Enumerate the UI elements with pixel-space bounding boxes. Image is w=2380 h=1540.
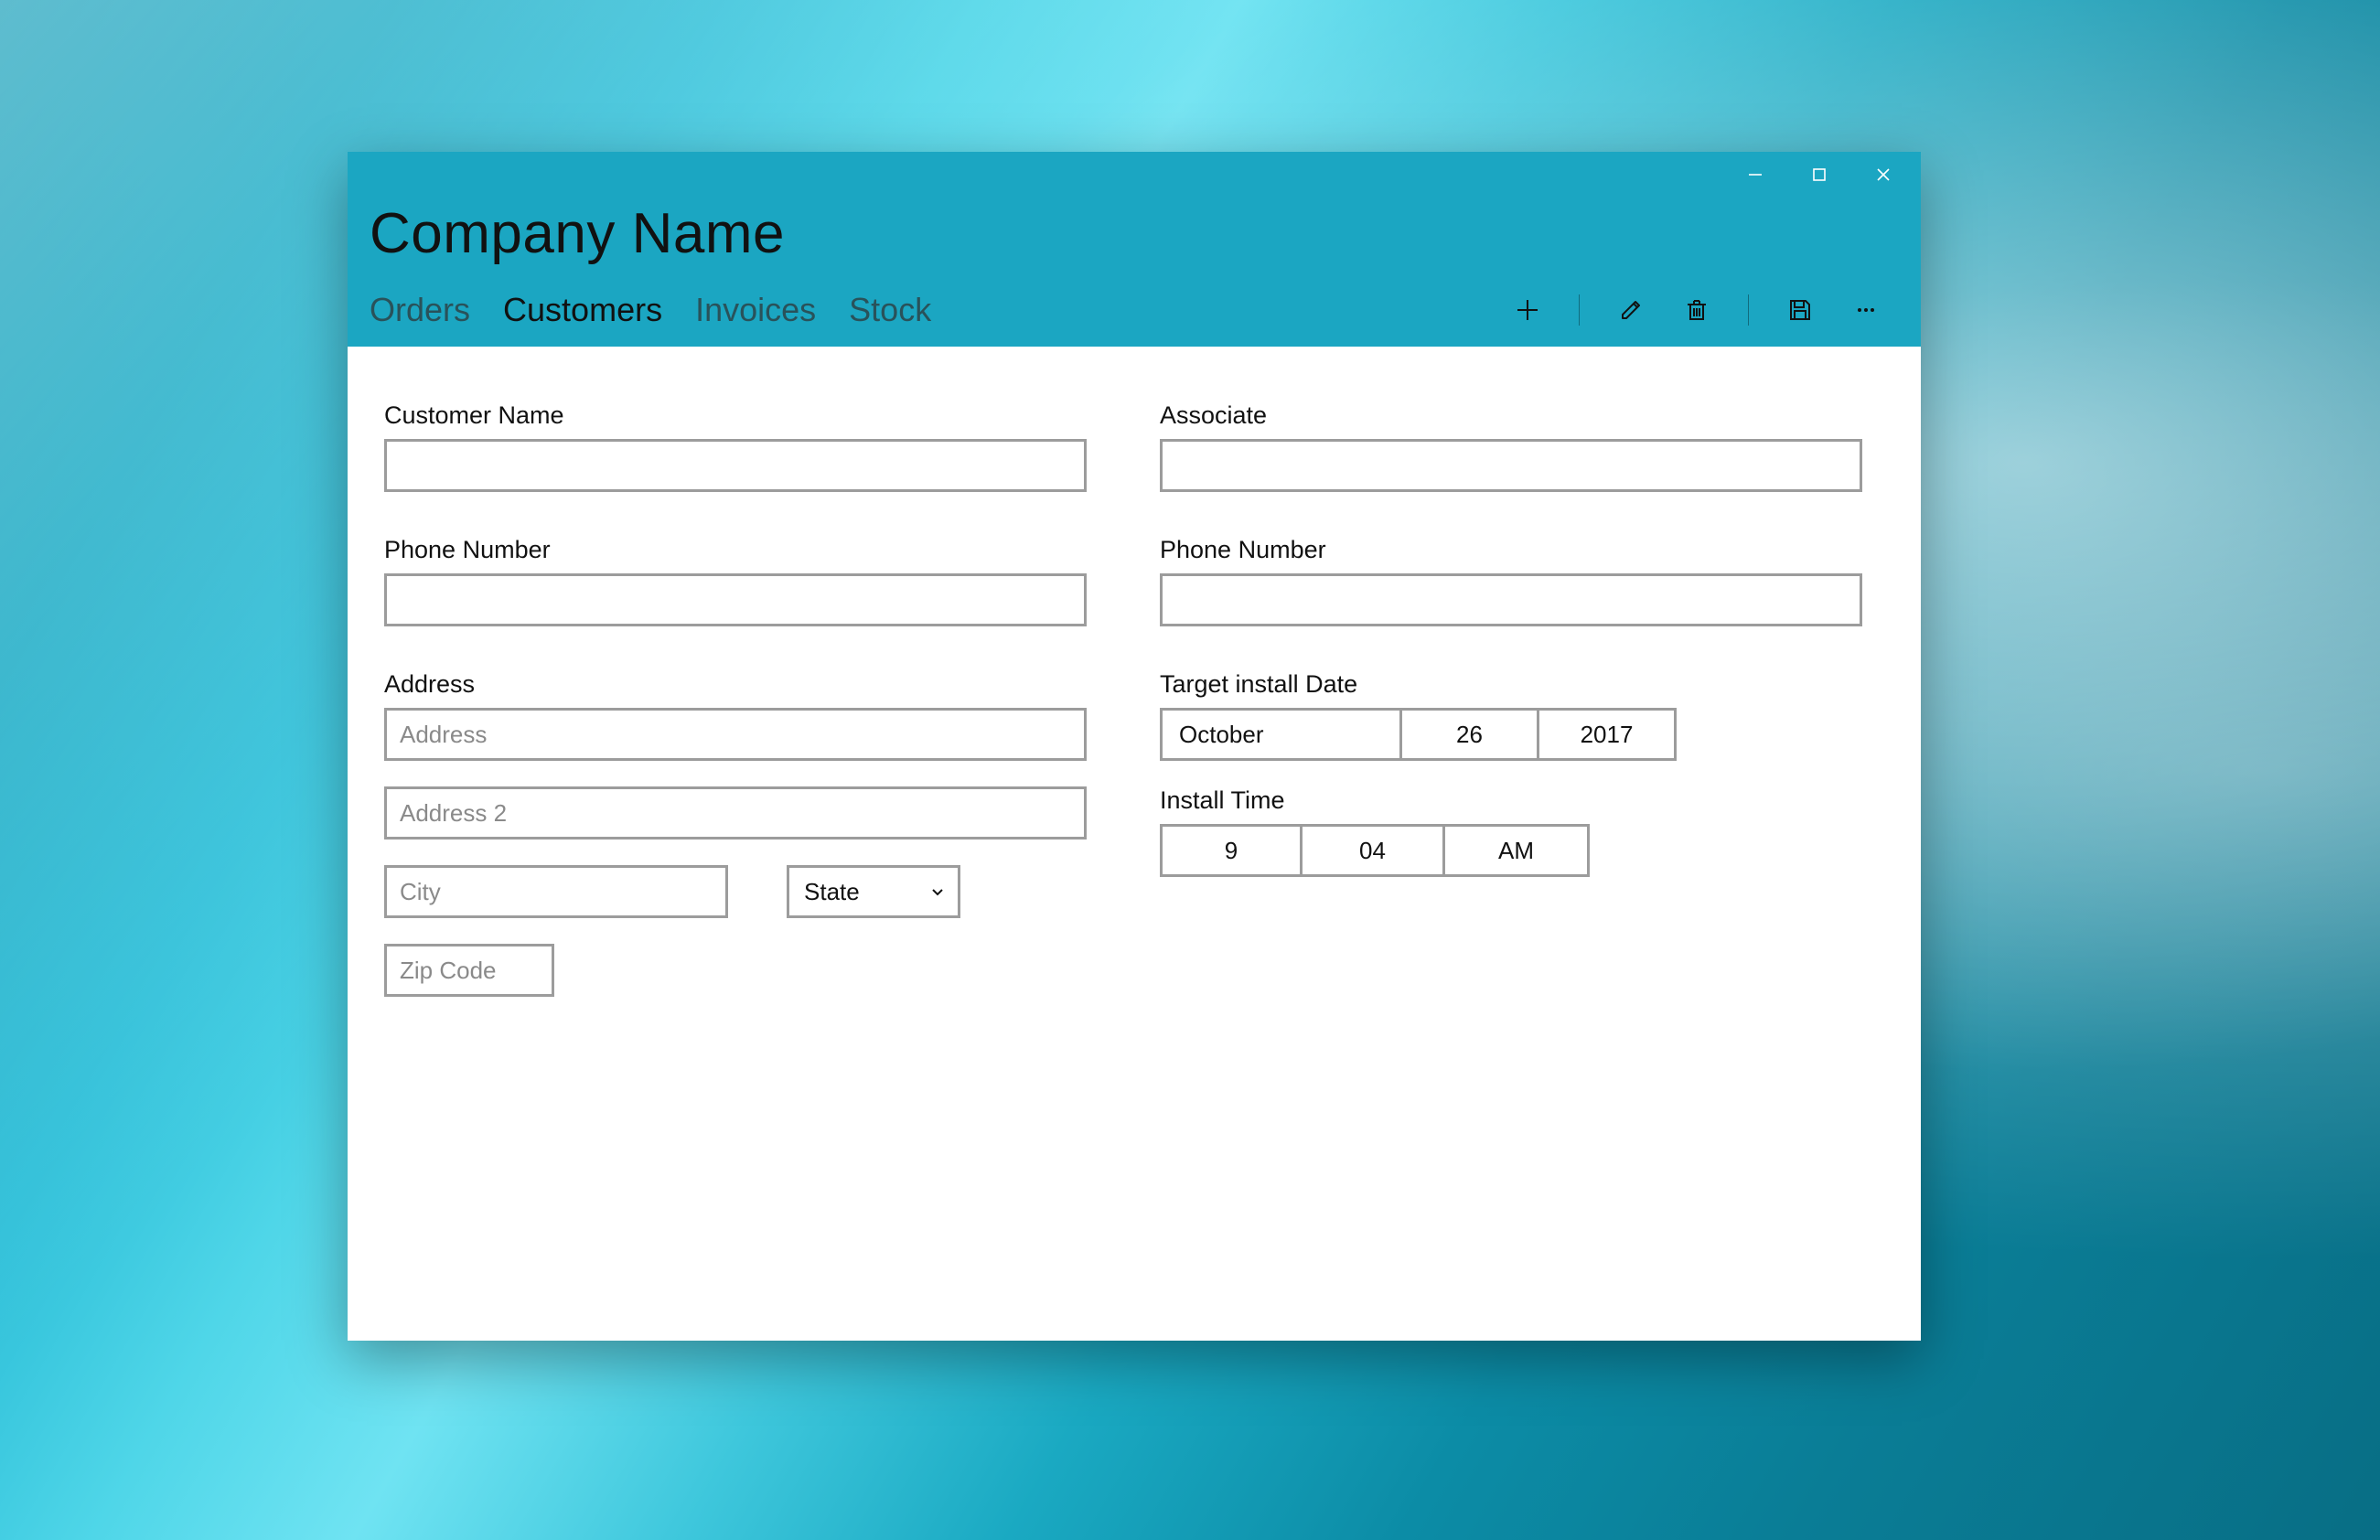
install-date-label: Target install Date [1160,670,1862,699]
time-hour-segment[interactable]: 9 [1160,824,1303,877]
right-column: Associate Phone Number Target install Da… [1160,401,1862,1304]
app-window: Company Name Orders Customers Invoices S… [348,152,1921,1341]
state-dropdown-label: State [804,878,860,906]
left-column: Customer Name Phone Number Address State [384,401,1087,1304]
maximize-icon [1812,167,1827,182]
address-label: Address [384,670,1087,699]
date-year-segment[interactable]: 2017 [1539,708,1677,761]
maximize-button[interactable] [1787,152,1851,198]
more-button[interactable] [1833,290,1899,330]
form-content: Customer Name Phone Number Address State [348,347,1921,1341]
tab-stock[interactable]: Stock [849,291,931,329]
chevron-down-icon [928,882,947,901]
customer-name-label: Customer Name [384,401,1087,430]
time-minute-segment[interactable]: 04 [1303,824,1445,877]
install-time-picker[interactable]: 9 04 AM [1160,824,1590,877]
time-ampm-segment[interactable]: AM [1445,824,1590,877]
tab-invoices[interactable]: Invoices [695,291,816,329]
tab-customers[interactable]: Customers [503,291,662,329]
toolbar-separator [1748,294,1749,326]
associate-phone-label: Phone Number [1160,536,1862,564]
close-button[interactable] [1851,152,1915,198]
window-controls [348,152,1921,198]
associate-input[interactable] [1160,439,1862,492]
more-icon [1852,296,1880,324]
address1-input[interactable] [384,708,1087,761]
app-title: Company Name [348,198,1921,290]
associate-phone-input[interactable] [1160,573,1862,626]
customer-name-input[interactable] [384,439,1087,492]
install-time-label: Install Time [1160,786,1862,815]
delete-icon [1683,296,1710,324]
edit-button[interactable] [1598,290,1664,330]
tabs: Orders Customers Invoices Stock [370,291,931,329]
address2-input[interactable] [384,786,1087,840]
toolbar [1495,290,1899,330]
close-icon [1875,166,1892,183]
add-button[interactable] [1495,290,1560,330]
state-dropdown[interactable]: State [787,865,960,918]
tabbar: Orders Customers Invoices Stock [348,290,1921,347]
customer-phone-label: Phone Number [384,536,1087,564]
tab-orders[interactable]: Orders [370,291,470,329]
delete-button[interactable] [1664,290,1730,330]
save-icon [1786,296,1814,324]
date-month-segment[interactable]: October [1160,708,1402,761]
edit-icon [1617,296,1645,324]
minimize-icon [1747,166,1764,183]
associate-label: Associate [1160,401,1862,430]
city-state-row: State [384,865,1087,918]
install-date-picker[interactable]: October 26 2017 [1160,708,1672,761]
toolbar-separator [1579,294,1580,326]
date-day-segment[interactable]: 26 [1402,708,1539,761]
zip-input[interactable] [384,944,554,997]
save-button[interactable] [1767,290,1833,330]
city-input[interactable] [384,865,728,918]
titlebar: Company Name Orders Customers Invoices S… [348,152,1921,347]
add-icon [1514,296,1541,324]
minimize-button[interactable] [1723,152,1787,198]
customer-phone-input[interactable] [384,573,1087,626]
